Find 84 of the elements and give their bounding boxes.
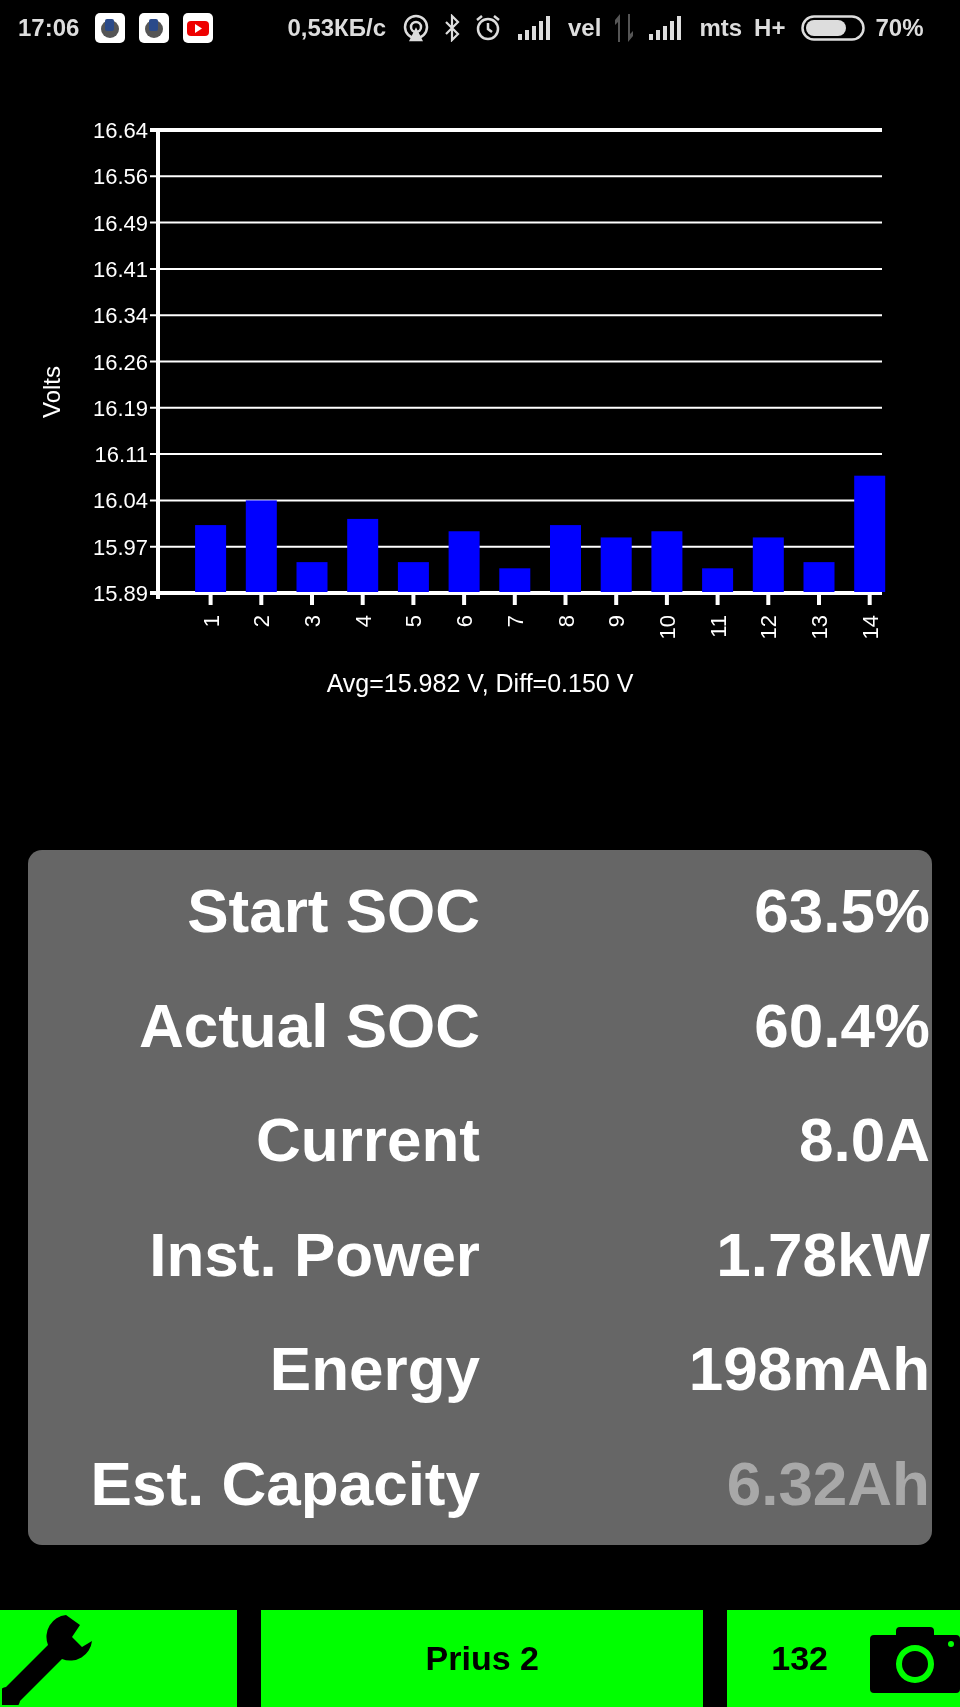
y-tick-label: 15.89	[92, 581, 148, 606]
alarm-icon	[474, 14, 502, 42]
y-tick-label: 16.34	[92, 303, 148, 329]
x-tick-label: 11	[705, 615, 731, 638]
x-tick	[411, 593, 416, 605]
y-tick-label: 16.41	[92, 256, 148, 282]
x-tick	[259, 593, 264, 605]
signal-icon	[649, 16, 684, 40]
x-tick	[310, 593, 314, 605]
x-tick-label: 7	[502, 615, 528, 628]
bar	[702, 568, 734, 592]
hotspot-icon	[402, 14, 430, 42]
app-icon	[139, 13, 170, 43]
x-tick-label: 6	[452, 615, 478, 628]
vehicle-button[interactable]: Prius 2	[261, 1610, 704, 1707]
x-tick-label: 8	[553, 615, 579, 628]
network-speed: 0,53КБ/с	[287, 13, 386, 43]
reading-value: 8.0A	[798, 1109, 931, 1172]
y-tick-label: 16.56	[92, 164, 148, 190]
reading-label: Energy	[268, 1338, 480, 1401]
y-tick-label: 15.97	[92, 534, 148, 560]
x-tick	[208, 593, 213, 605]
x-tick	[614, 593, 619, 605]
camera-icon[interactable]	[870, 1624, 960, 1693]
bar	[600, 537, 632, 592]
x-tick-label: 1	[198, 615, 224, 628]
y-tick-label: 16.49	[92, 210, 148, 236]
x-tick-label: 5	[401, 615, 427, 628]
carrier-name: vel	[568, 13, 602, 43]
bar	[752, 537, 784, 592]
x-tick	[512, 593, 517, 605]
x-tick-label: 12	[756, 615, 782, 640]
x-tick-label: 9	[604, 615, 630, 628]
reading-value: 6.32Ah	[725, 1452, 931, 1515]
x-tick-label: 3	[300, 615, 325, 628]
x-tick	[462, 593, 467, 605]
bar	[651, 531, 683, 592]
signal-icon	[518, 16, 552, 40]
y-tick-label: 16.19	[92, 395, 148, 421]
y-tick-label: 16.04	[92, 488, 148, 514]
battery-percent: 70%	[875, 13, 924, 43]
carrier-name: mts	[699, 13, 743, 43]
data-arrows-icon	[615, 14, 636, 42]
bar	[397, 562, 429, 592]
clock: 17:06	[18, 13, 80, 43]
y-axis-title: Volts	[38, 366, 65, 418]
x-tick-label: 14	[857, 615, 883, 640]
x-tick-label: 2	[249, 615, 275, 628]
reading-label: Actual SOC	[137, 994, 480, 1057]
bar	[195, 525, 227, 592]
bar	[499, 568, 531, 592]
y-tick-label: 16.64	[92, 118, 148, 143]
x-tick	[715, 593, 720, 605]
wrench-icon	[2, 1612, 94, 1705]
bluetooth-icon	[444, 14, 460, 42]
bar	[296, 562, 328, 592]
reading-label: Inst. Power	[148, 1223, 480, 1286]
reading-label: Start SOC	[186, 880, 480, 943]
y-tick-label: 16.26	[92, 349, 148, 375]
reading-value: 198mAh	[687, 1338, 931, 1401]
settings-button[interactable]	[0, 1610, 238, 1707]
x-tick-label: 10	[654, 615, 680, 640]
video-app-icon	[183, 13, 214, 43]
x-tick	[360, 593, 365, 605]
x-tick	[867, 593, 872, 605]
x-tick	[563, 593, 568, 605]
x-tick	[766, 593, 771, 605]
x-tick	[817, 593, 821, 605]
reading-value: 1.78kW	[715, 1223, 931, 1286]
chart-caption: Avg=15.982 V, Diff=0.150 V	[326, 669, 634, 697]
y-tick-label: 16.11	[94, 442, 148, 468]
reading-value: 60.4%	[753, 994, 931, 1057]
bar	[550, 525, 581, 592]
reading-label: Current	[255, 1109, 480, 1172]
x-tick-label: 13	[807, 615, 832, 640]
x-tick-label: 4	[350, 615, 376, 628]
bar	[803, 562, 835, 592]
reading-value: 63.5%	[753, 880, 931, 943]
network-type: H+	[754, 13, 786, 43]
bar	[448, 531, 480, 592]
app-icon	[95, 13, 126, 43]
photo-count: 132	[771, 1638, 828, 1679]
x-tick	[664, 593, 669, 605]
battery-icon	[801, 15, 866, 41]
